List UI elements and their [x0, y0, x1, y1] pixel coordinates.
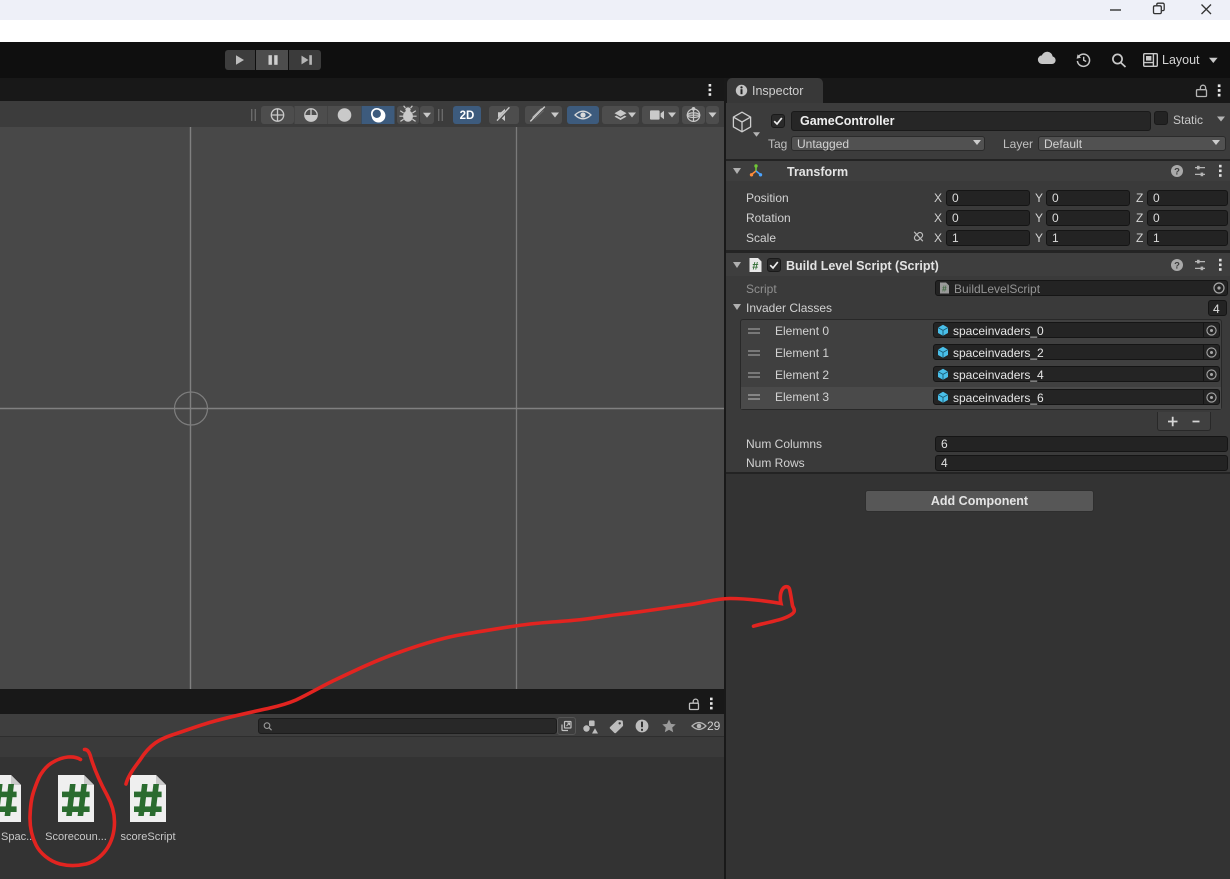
svg-text:#: #	[942, 283, 947, 293]
svg-text:2D: 2D	[460, 110, 475, 122]
svg-text:#: #	[752, 260, 758, 272]
svg-text:?: ?	[1174, 260, 1180, 271]
svg-text:?: ?	[1174, 166, 1180, 177]
